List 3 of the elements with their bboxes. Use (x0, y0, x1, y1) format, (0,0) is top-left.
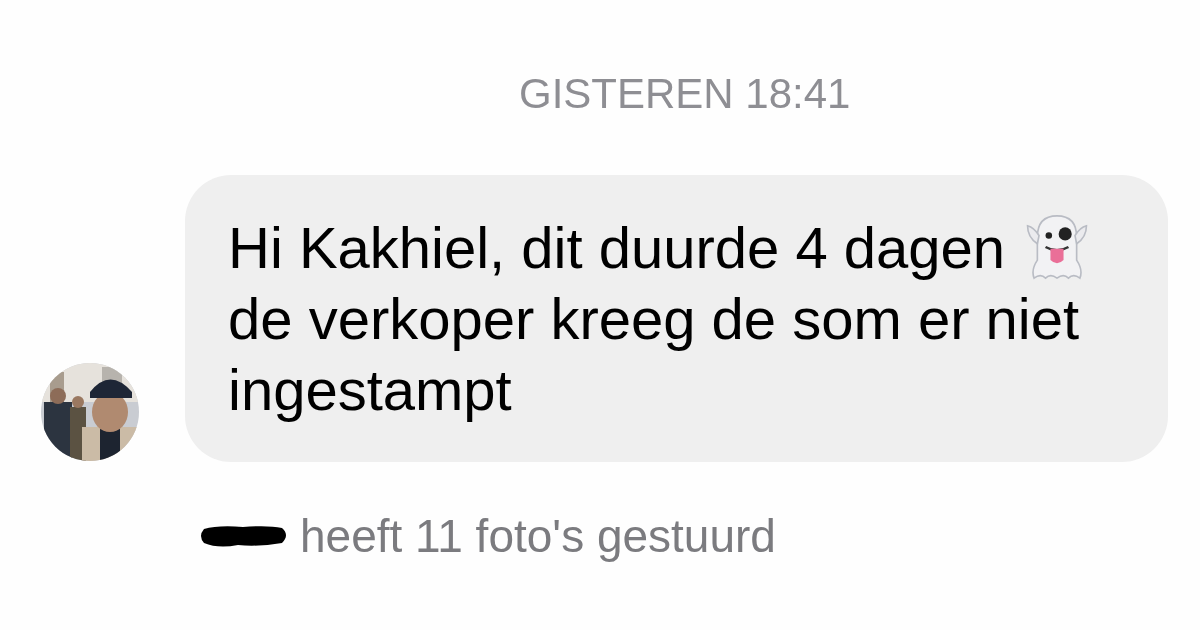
timestamp: GISTEREN 18:41 (519, 72, 851, 116)
message-text: Hi Kakhiel, dit duurde 4 dagen (228, 213, 1006, 282)
message-text: de verkoper kreeg de som er niet ingestampt (228, 285, 1081, 424)
